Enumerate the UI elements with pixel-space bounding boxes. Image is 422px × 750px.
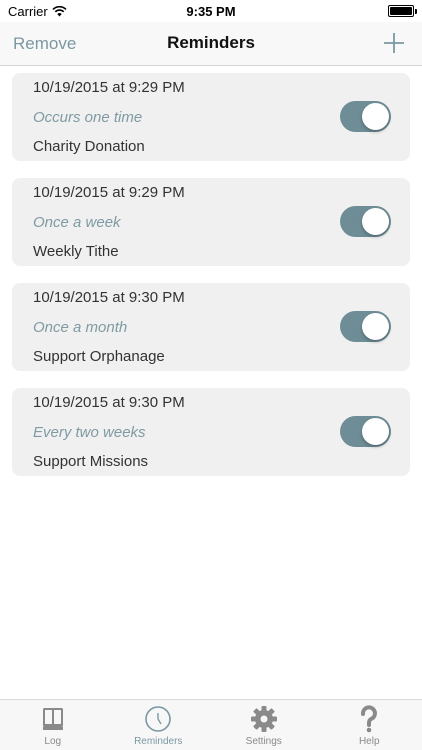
clock-icon bbox=[145, 706, 172, 732]
battery-icon bbox=[388, 5, 417, 17]
gear-icon bbox=[250, 706, 277, 732]
reminder-toggle[interactable] bbox=[340, 101, 391, 132]
reminder-date: 10/19/2015 at 9:29 PM bbox=[33, 184, 185, 201]
tab-reminders[interactable]: Reminders bbox=[106, 700, 212, 750]
reminder-frequency: Occurs one time bbox=[33, 109, 143, 126]
tab-log[interactable]: Log bbox=[0, 700, 106, 750]
navigation-bar: Remove Reminders bbox=[0, 22, 422, 66]
tab-label: Help bbox=[358, 736, 380, 747]
tab-help[interactable]: Help bbox=[317, 700, 422, 750]
reminder-frequency: Once a week bbox=[33, 214, 121, 231]
screen: Carrier 9:35 PM Remove Reminders 10/19/2… bbox=[0, 0, 422, 750]
reminder-date: 10/19/2015 at 9:30 PM bbox=[33, 394, 185, 411]
reminder-frequency: Every two weeks bbox=[33, 424, 146, 441]
tab-settings[interactable]: Settings bbox=[211, 700, 317, 750]
reminder-toggle[interactable] bbox=[340, 206, 391, 237]
reminder-name: Charity Donation bbox=[33, 138, 145, 155]
reminder-toggle[interactable] bbox=[340, 416, 391, 447]
reminder-card[interactable]: 10/19/2015 at 9:30 PM Every two weeks Su… bbox=[12, 388, 410, 476]
tab-label: Reminders bbox=[134, 736, 183, 747]
tab-label: Log bbox=[44, 736, 62, 747]
tab-bar: Log Reminders Settings Help bbox=[0, 699, 422, 750]
toggle-knob bbox=[362, 103, 389, 130]
toggle-knob bbox=[362, 313, 389, 340]
reminder-date: 10/19/2015 at 9:30 PM bbox=[33, 289, 185, 306]
status-time: 9:35 PM bbox=[186, 4, 236, 19]
reminder-card[interactable]: 10/19/2015 at 9:29 PM Occurs one time Ch… bbox=[12, 73, 410, 161]
book-icon bbox=[42, 708, 63, 730]
question-icon bbox=[361, 705, 378, 733]
toggle-knob bbox=[362, 208, 389, 235]
reminder-frequency: Once a month bbox=[33, 319, 128, 336]
reminder-card[interactable]: 10/19/2015 at 9:30 PM Once a month Suppo… bbox=[12, 283, 410, 371]
page-title: Reminders bbox=[167, 33, 255, 52]
tab-label: Settings bbox=[245, 736, 282, 747]
reminder-toggle[interactable] bbox=[340, 311, 391, 342]
reminder-list: 10/19/2015 at 9:29 PM Occurs one time Ch… bbox=[12, 73, 410, 493]
status-bar: Carrier 9:35 PM bbox=[0, 0, 422, 22]
reminder-name: Support Orphanage bbox=[33, 348, 165, 365]
reminder-date: 10/19/2015 at 9:29 PM bbox=[33, 79, 185, 96]
reminder-name: Weekly Tithe bbox=[33, 243, 119, 260]
toggle-knob bbox=[362, 418, 389, 445]
plus-icon[interactable] bbox=[382, 29, 406, 57]
reminder-name: Support Missions bbox=[33, 453, 149, 470]
reminder-card[interactable]: 10/19/2015 at 9:29 PM Once a week Weekly… bbox=[12, 178, 410, 266]
